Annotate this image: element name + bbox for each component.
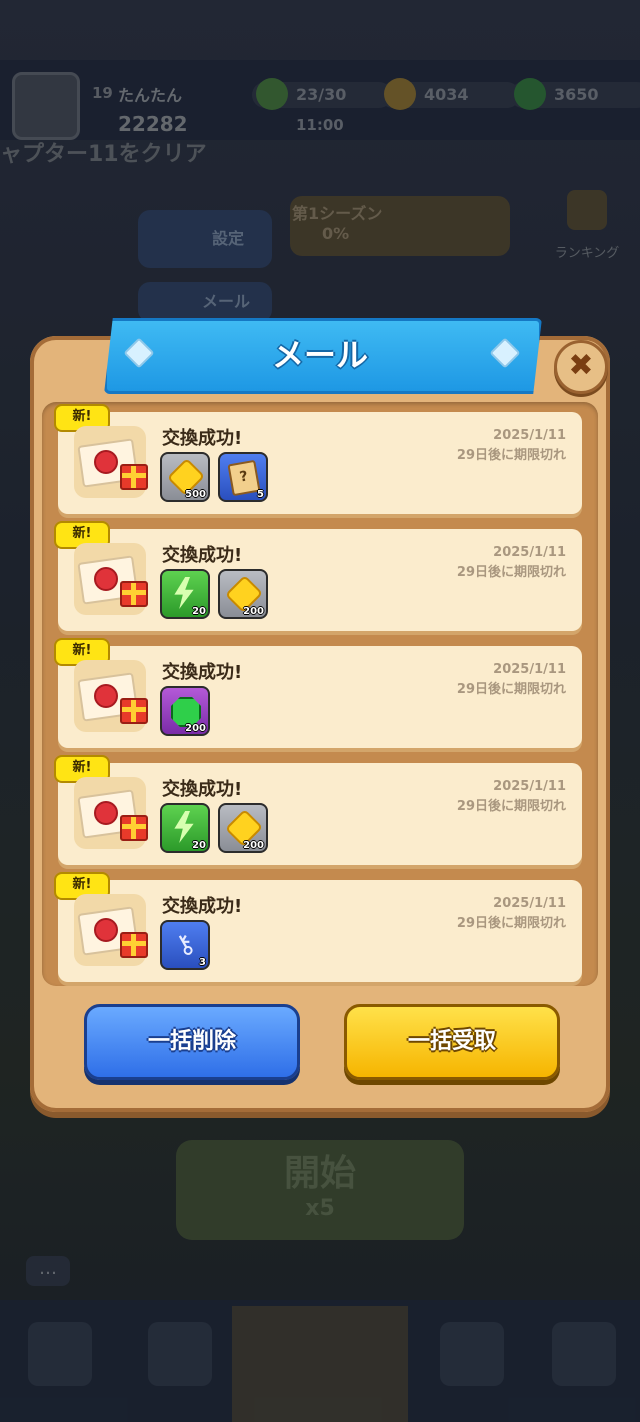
mail-title: 交換成功! bbox=[162, 428, 243, 449]
reward-amount: 20 bbox=[192, 606, 206, 617]
reward-amount: 200 bbox=[243, 606, 264, 617]
mail-expiry: 29日後に期限切れ bbox=[456, 682, 566, 697]
mail-envelope-icon bbox=[74, 543, 148, 615]
mail-title: 交換成功! bbox=[162, 779, 243, 800]
reward-scroll: ? 5 bbox=[218, 452, 268, 502]
close-button[interactable]: ✖ bbox=[554, 340, 608, 394]
mail-expiry: 29日後に期限切れ bbox=[456, 565, 566, 580]
reward-amount: 5 bbox=[257, 489, 264, 500]
mail-date: 2025/1/11 bbox=[493, 662, 566, 677]
reward-coin: 200 bbox=[218, 803, 268, 853]
mail-date: 2025/1/11 bbox=[493, 896, 566, 911]
gift-icon bbox=[120, 464, 148, 490]
mail-expiry: 29日後に期限切れ bbox=[456, 916, 566, 931]
mail-envelope-icon bbox=[74, 426, 148, 498]
mail-expiry: 29日後に期限切れ bbox=[456, 799, 566, 814]
wax-seal bbox=[94, 918, 118, 942]
mail-item[interactable]: 新! 交換成功! 2025/1/11 29日後に期限切れ 20 200 bbox=[54, 521, 582, 631]
reward-key: ⚷ 3 bbox=[160, 920, 210, 970]
mail-expiry: 29日後に期限切れ bbox=[456, 448, 566, 463]
reward-energy: 20 bbox=[160, 803, 210, 853]
wax-seal bbox=[94, 684, 118, 708]
reward-coin: 500 bbox=[160, 452, 210, 502]
gift-icon bbox=[120, 815, 148, 841]
mail-envelope-icon bbox=[74, 777, 148, 849]
mail-envelope-icon bbox=[74, 894, 148, 966]
reward-amount: 3 bbox=[199, 957, 206, 968]
energy-icon bbox=[174, 811, 194, 843]
reward-amount: 500 bbox=[185, 489, 206, 500]
wax-seal bbox=[94, 450, 118, 474]
mail-date: 2025/1/11 bbox=[493, 545, 566, 560]
mail-item[interactable]: 新! 交換成功! 2025/1/11 29日後に期限切れ 20 200 bbox=[54, 755, 582, 865]
reward-amount: 200 bbox=[185, 723, 206, 734]
reward-amount: 20 bbox=[192, 840, 206, 851]
gift-icon bbox=[120, 581, 148, 607]
mail-title: 交換成功! bbox=[162, 662, 243, 683]
scroll-icon: ? bbox=[227, 459, 261, 497]
mail-item[interactable]: 新! 交換成功! 2025/1/11 29日後に期限切れ 500 ? 5 bbox=[54, 404, 582, 514]
gift-icon bbox=[120, 932, 148, 958]
mail-date: 2025/1/11 bbox=[493, 428, 566, 443]
wax-seal bbox=[94, 801, 118, 825]
reward-coin: 200 bbox=[218, 569, 268, 619]
mail-item[interactable]: 新! 交換成功! 2025/1/11 29日後に期限切れ ⚷ 3 bbox=[54, 872, 582, 982]
claim-all-label: 一括受取 bbox=[407, 1029, 496, 1054]
wax-seal bbox=[94, 567, 118, 591]
reward-gem: 200 bbox=[160, 686, 210, 736]
modal-title: メール bbox=[271, 336, 368, 374]
mail-date: 2025/1/11 bbox=[493, 779, 566, 794]
mail-envelope-icon bbox=[74, 660, 148, 732]
energy-icon bbox=[174, 577, 194, 609]
mail-title: 交換成功! bbox=[162, 896, 243, 917]
mail-title: 交換成功! bbox=[162, 545, 243, 566]
reward-amount: 200 bbox=[243, 840, 264, 851]
close-icon: ✖ bbox=[568, 348, 594, 383]
gift-icon bbox=[120, 698, 148, 724]
delete-all-label: 一括削除 bbox=[147, 1029, 236, 1054]
delete-all-button[interactable]: 一括削除 bbox=[84, 1004, 300, 1080]
mail-item[interactable]: 新! 交換成功! 2025/1/11 29日後に期限切れ 200 bbox=[54, 638, 582, 748]
claim-all-button[interactable]: 一括受取 bbox=[344, 1004, 560, 1080]
reward-energy: 20 bbox=[160, 569, 210, 619]
